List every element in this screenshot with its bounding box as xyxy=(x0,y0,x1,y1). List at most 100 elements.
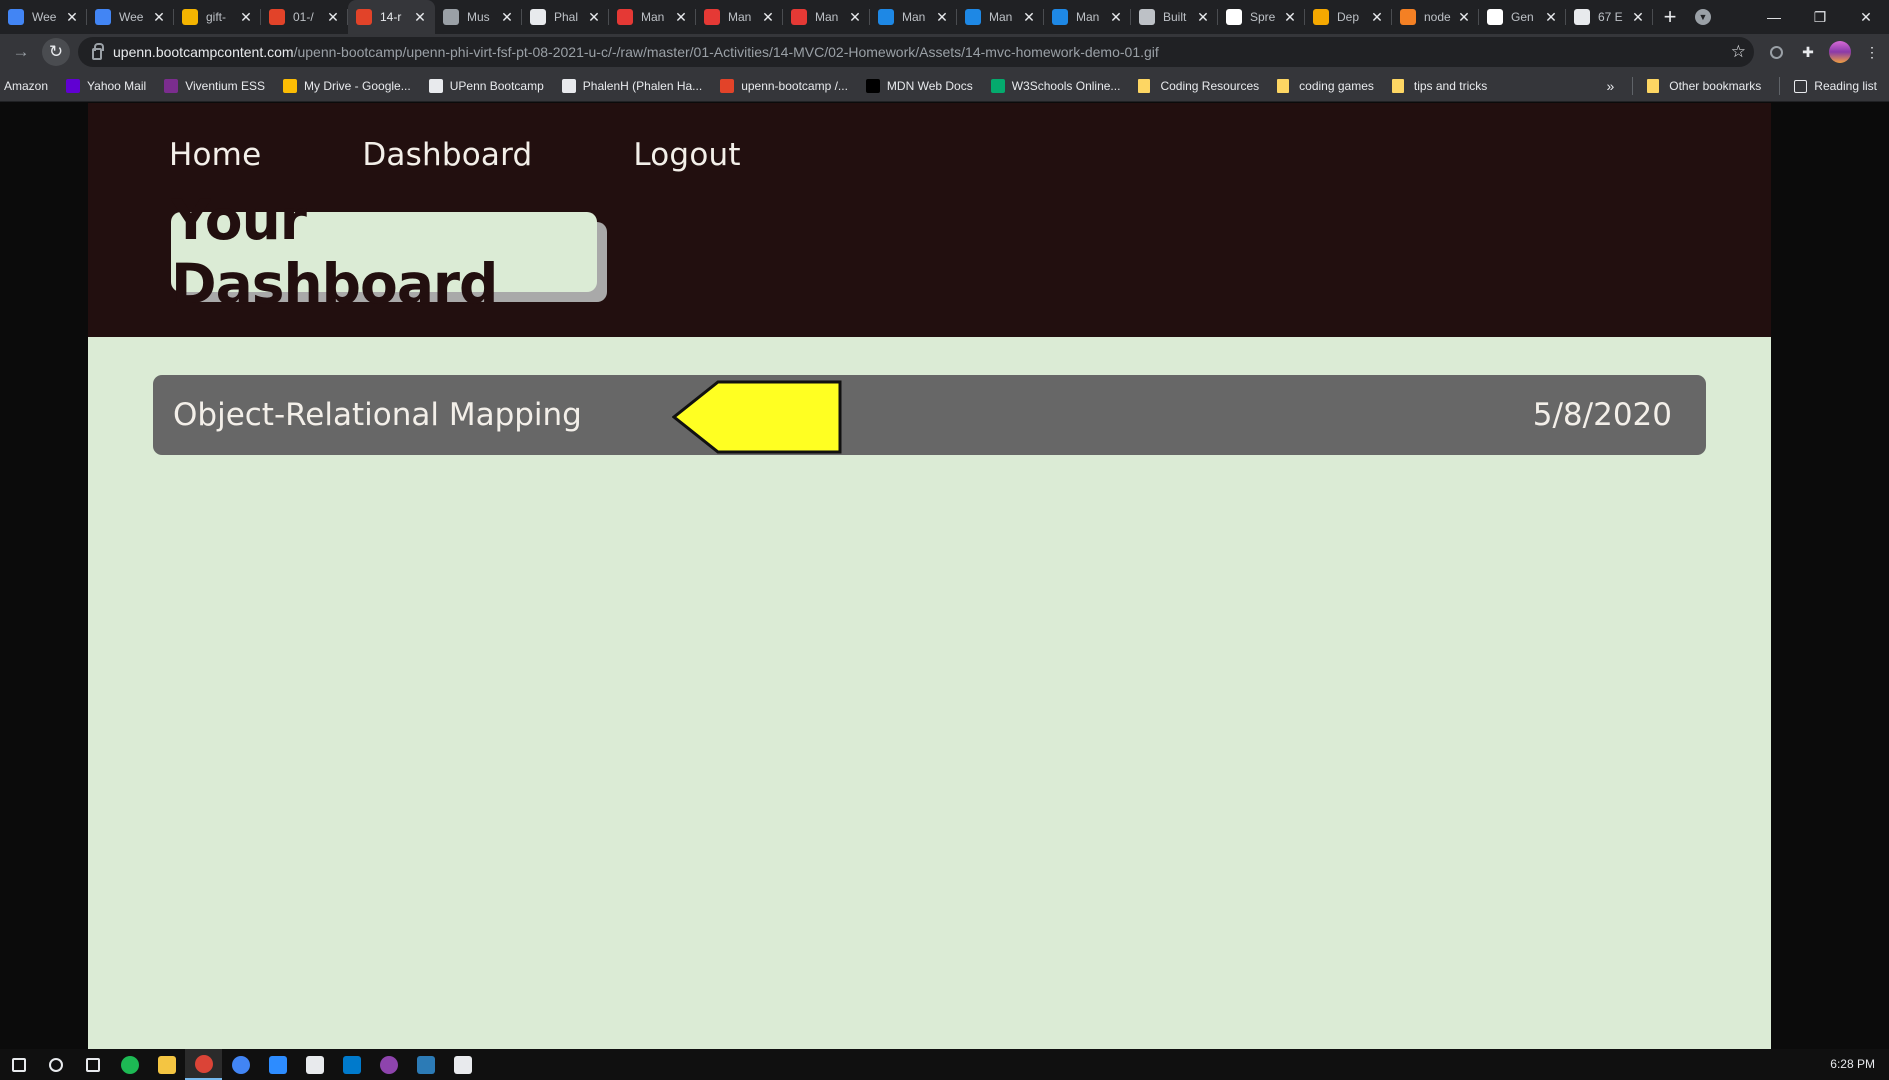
taskbar-button[interactable] xyxy=(185,1049,222,1080)
tab-close-icon[interactable]: ✕ xyxy=(326,9,340,26)
post-title[interactable]: Object-Relational Mapping xyxy=(173,397,582,433)
taskbar-button[interactable] xyxy=(407,1049,444,1080)
post-row[interactable]: Object-Relational Mapping 5/8/2020 xyxy=(153,375,1706,455)
tab-close-icon[interactable]: ✕ xyxy=(1109,9,1123,26)
tab-close-icon[interactable]: ✕ xyxy=(935,9,949,26)
browser-tab[interactable]: node ✕ xyxy=(1392,0,1479,34)
tab-close-icon[interactable]: ✕ xyxy=(761,9,775,26)
bookmark-item[interactable]: coding games xyxy=(1277,78,1374,93)
bookmark-label: coding games xyxy=(1299,78,1374,93)
browser-tab[interactable]: Man ✕ xyxy=(783,0,870,34)
bookmark-item[interactable]: upenn-bootcamp /... xyxy=(720,78,848,93)
address-bar[interactable]: upenn.bootcampcontent.com/upenn-bootcamp… xyxy=(78,37,1754,67)
browser-tab[interactable]: 14-r ✕ xyxy=(348,0,435,34)
chevron-down-icon: ▼ xyxy=(1695,9,1711,25)
taskbar-button[interactable] xyxy=(259,1049,296,1080)
browser-tab[interactable]: Wee ✕ xyxy=(0,0,87,34)
nav-logout-link[interactable]: Logout xyxy=(633,137,740,173)
browser-tab[interactable]: Man ✕ xyxy=(870,0,957,34)
tab-close-icon[interactable]: ✕ xyxy=(674,9,688,26)
tab-close-icon[interactable]: ✕ xyxy=(500,9,514,26)
bookmark-item[interactable]: tips and tricks xyxy=(1391,78,1487,93)
taskbar-button[interactable] xyxy=(370,1049,407,1080)
tab-favicon-icon xyxy=(1226,9,1242,25)
browser-tab[interactable]: gift- ✕ xyxy=(174,0,261,34)
browser-tab[interactable]: Built ✕ xyxy=(1131,0,1218,34)
browser-tab[interactable]: Man ✕ xyxy=(609,0,696,34)
reload-button[interactable]: ↻ xyxy=(42,38,70,66)
forward-button[interactable]: → xyxy=(6,37,36,67)
browser-tab[interactable]: Phal ✕ xyxy=(522,0,609,34)
taskbar-button[interactable] xyxy=(296,1049,333,1080)
divider xyxy=(1632,77,1634,95)
reading-list-icon xyxy=(1794,79,1808,93)
nav-dashboard-link[interactable]: Dashboard xyxy=(362,137,532,173)
bookmark-list: Amazon Yahoo Mail Viventium ESS My Drive - … xyxy=(4,78,1505,93)
browser-tab[interactable]: Man ✕ xyxy=(957,0,1044,34)
browser-tab[interactable]: Mus ✕ xyxy=(435,0,522,34)
tab-close-icon[interactable]: ✕ xyxy=(413,9,427,26)
tab-close-icon[interactable]: ✕ xyxy=(65,9,79,26)
bookmark-item[interactable]: Amazon xyxy=(4,79,48,93)
tab-close-icon[interactable]: ✕ xyxy=(1196,9,1210,26)
task-view-icon xyxy=(85,1057,100,1072)
browser-tab[interactable]: Spre ✕ xyxy=(1218,0,1305,34)
browser-tab[interactable]: 01-/ ✕ xyxy=(261,0,348,34)
taskbar-button[interactable] xyxy=(74,1049,111,1080)
close-window-button[interactable]: ✕ xyxy=(1843,0,1889,34)
taskbar-button[interactable] xyxy=(148,1049,185,1080)
restore-button[interactable]: ❐ xyxy=(1797,0,1843,34)
taskbar-button[interactable] xyxy=(333,1049,370,1080)
bookmark-item[interactable]: MDN Web Docs xyxy=(865,78,973,93)
bookmark-item[interactable]: My Drive - Google... xyxy=(283,78,411,93)
bookmark-item[interactable]: UPenn Bootcamp xyxy=(428,78,544,93)
browser-tab[interactable]: 67 E ✕ xyxy=(1566,0,1653,34)
menu-button[interactable]: ⋮ xyxy=(1856,34,1888,70)
taskbar-button[interactable] xyxy=(444,1049,481,1080)
bookmark-star-icon[interactable]: ☆ xyxy=(1731,42,1746,62)
system-clock[interactable]: 6:28 PM xyxy=(1830,1057,1875,1071)
tab-title: Man xyxy=(728,10,752,24)
bookmark-item[interactable]: Viventium ESS xyxy=(164,78,265,93)
taskbar-button[interactable] xyxy=(222,1049,259,1080)
tab-close-icon[interactable]: ✕ xyxy=(848,9,862,26)
avatar xyxy=(1829,41,1851,63)
profile-button[interactable] xyxy=(1824,34,1856,70)
tab-search-button[interactable]: ▼ xyxy=(1681,9,1725,25)
tab-close-icon[interactable]: ✕ xyxy=(1370,9,1384,26)
nav-home-link[interactable]: Home xyxy=(169,137,261,173)
reading-list-button[interactable]: Reading list xyxy=(1794,79,1877,93)
url-text[interactable]: upenn.bootcampcontent.com/upenn-bootcamp… xyxy=(113,44,1159,60)
browser-tab[interactable]: Man ✕ xyxy=(1044,0,1131,34)
tab-close-icon[interactable]: ✕ xyxy=(1457,9,1471,26)
tab-close-icon[interactable]: ✕ xyxy=(1022,9,1036,26)
taskbar-button[interactable] xyxy=(37,1049,74,1080)
browser-tab[interactable]: Man ✕ xyxy=(696,0,783,34)
tab-close-icon[interactable]: ✕ xyxy=(1631,9,1645,26)
bookmark-item[interactable]: Coding Resources xyxy=(1138,78,1259,93)
browser-tab[interactable]: Wee ✕ xyxy=(87,0,174,34)
tab-favicon-icon xyxy=(791,9,807,25)
minimize-button[interactable]: — xyxy=(1751,0,1797,34)
extension-button[interactable] xyxy=(1760,34,1792,70)
extensions-puzzle-button[interactable]: ✚ xyxy=(1792,34,1824,70)
kebab-menu-icon: ⋮ xyxy=(1865,43,1879,60)
more-bookmarks-button[interactable]: » xyxy=(1606,78,1614,94)
tab-close-icon[interactable]: ✕ xyxy=(1283,9,1297,26)
browser-tab[interactable]: Gen ✕ xyxy=(1479,0,1566,34)
other-bookmarks-folder[interactable]: Other bookmarks xyxy=(1647,79,1761,93)
other-bookmarks-label: Other bookmarks xyxy=(1669,79,1762,93)
taskbar-apps xyxy=(0,1049,481,1080)
taskbar-button[interactable] xyxy=(111,1049,148,1080)
browser-tab[interactable]: Dep ✕ xyxy=(1305,0,1392,34)
bookmark-item[interactable]: Yahoo Mail xyxy=(66,78,146,93)
bookmark-item[interactable]: W3Schools Online... xyxy=(990,78,1120,93)
tab-close-icon[interactable]: ✕ xyxy=(239,9,253,26)
tab-close-icon[interactable]: ✕ xyxy=(1544,9,1558,26)
taskbar-button[interactable] xyxy=(0,1049,37,1080)
bookmark-item[interactable]: PhalenH (Phalen Ha... xyxy=(561,78,702,93)
bookmark-label: My Drive - Google... xyxy=(304,78,411,93)
tab-close-icon[interactable]: ✕ xyxy=(587,9,601,26)
tab-close-icon[interactable]: ✕ xyxy=(152,9,166,26)
post-date: 5/8/2020 xyxy=(1532,397,1672,433)
